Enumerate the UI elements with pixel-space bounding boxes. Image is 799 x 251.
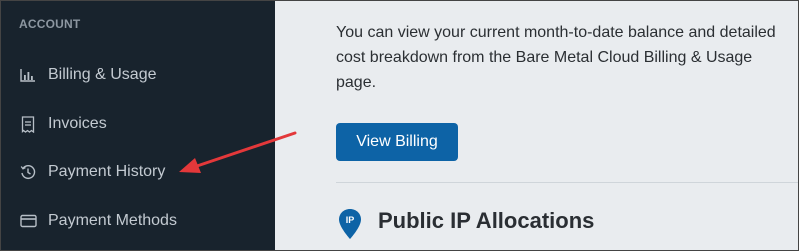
sidebar-item-label: Payment Methods <box>48 212 177 229</box>
sidebar-item-invoices[interactable]: Invoices <box>1 104 275 144</box>
sidebar-section-heading: ACCOUNT <box>19 17 81 31</box>
sidebar-item-billing-usage[interactable]: Billing & Usage <box>1 55 275 95</box>
sidebar-item-label: Invoices <box>48 115 107 132</box>
main-content: You can view your current month-to-date … <box>275 1 798 250</box>
history-icon <box>19 163 37 181</box>
section-divider <box>336 182 798 183</box>
sidebar-item-label: Payment History <box>48 163 166 180</box>
sidebar-item-payment-methods[interactable]: Payment Methods <box>1 201 275 241</box>
intro-paragraph: You can view your current month-to-date … <box>336 24 776 91</box>
credit-card-icon <box>19 212 37 230</box>
sidebar: ACCOUNT Billing & Usage Invoices Payment… <box>1 1 275 250</box>
ip-location-pin-icon: IP <box>338 208 362 240</box>
section-title: Public IP Allocations <box>378 208 595 233</box>
app-window: ACCOUNT Billing & Usage Invoices Payment… <box>0 0 799 251</box>
bar-chart-icon <box>19 66 37 84</box>
sidebar-item-payment-history[interactable]: Payment History <box>1 152 275 192</box>
view-billing-button[interactable]: View Billing <box>336 123 458 161</box>
ip-icon-text: IP <box>346 215 355 225</box>
sidebar-item-label: Billing & Usage <box>48 66 157 83</box>
invoice-icon <box>19 115 37 133</box>
